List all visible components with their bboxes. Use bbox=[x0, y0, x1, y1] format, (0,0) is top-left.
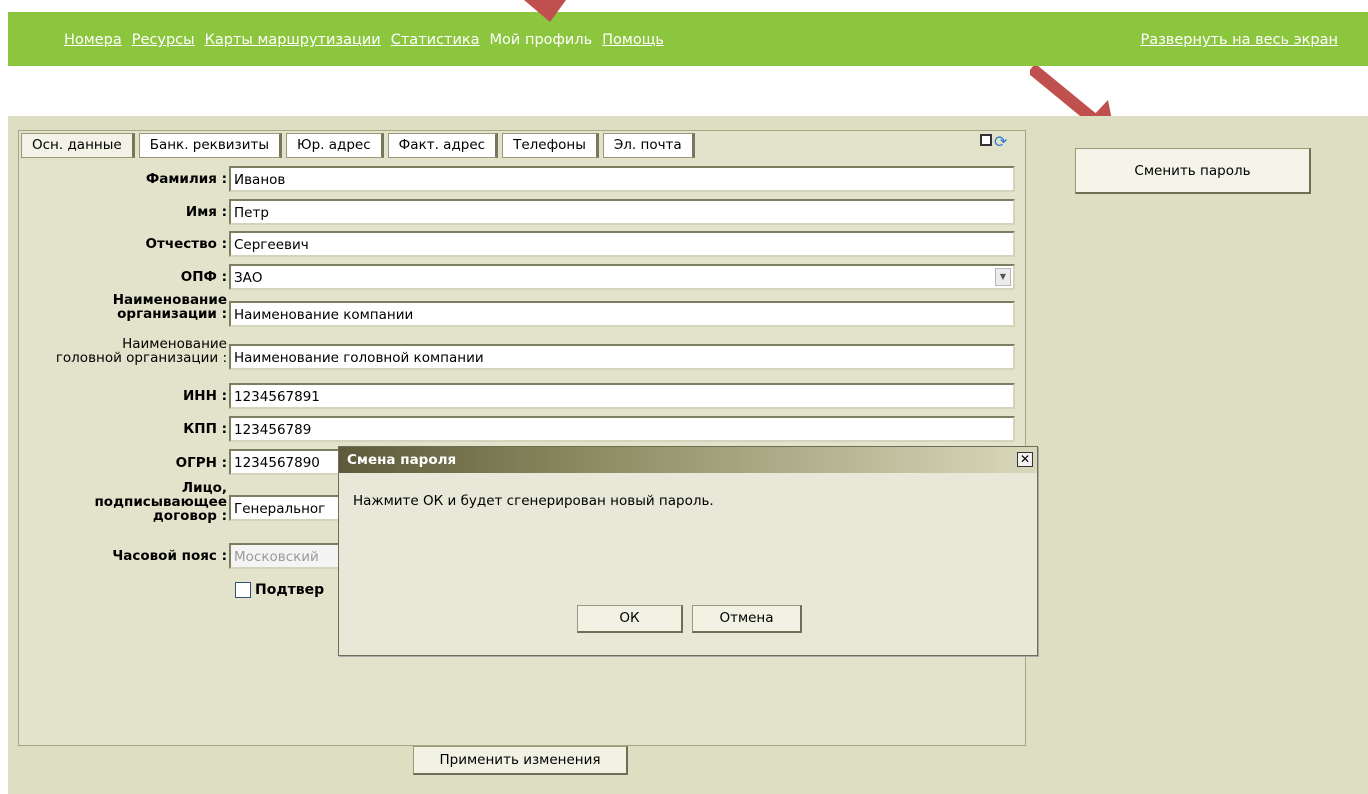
nav-item-routing-maps[interactable]: Карты маршрутизации bbox=[205, 32, 381, 48]
dialog-message: Нажмите ОК и будет сгенерирован новый па… bbox=[353, 493, 714, 509]
tab-main-data[interactable]: Осн. данные bbox=[21, 133, 135, 158]
cancel-button[interactable]: Отмена bbox=[692, 605, 802, 633]
tab-bank-details[interactable]: Банк. реквизиты bbox=[138, 133, 283, 158]
fullscreen-link[interactable]: Развернуть на весь экран bbox=[1140, 32, 1338, 48]
tab-actual-address[interactable]: Факт. адрес bbox=[387, 133, 499, 158]
nav-item-help[interactable]: Помощь bbox=[602, 32, 664, 48]
change-password-button[interactable]: Сменить пароль bbox=[1075, 148, 1311, 194]
nav-item-statistics[interactable]: Статистика bbox=[391, 32, 480, 48]
apply-changes-button[interactable]: Применить изменения bbox=[413, 746, 628, 775]
ogrn-label: ОГРН : bbox=[175, 455, 227, 471]
panel-icons: ⟳ bbox=[980, 134, 1010, 150]
head-org-name-input[interactable]: Наименование головной компании bbox=[229, 344, 1015, 370]
tab-legal-address[interactable]: Юр. адрес bbox=[286, 133, 384, 158]
tab-phones[interactable]: Телефоны bbox=[502, 133, 599, 158]
confirm-label: Подтвер bbox=[255, 582, 325, 598]
signer-label: Лицо, подписывающее договор : bbox=[94, 480, 227, 524]
inn-input[interactable]: 1234567891 bbox=[229, 383, 1015, 409]
nav-item-resources[interactable]: Ресурсы bbox=[132, 32, 195, 48]
patronymic-label: Отчество : bbox=[145, 236, 227, 252]
timezone-label: Часовой пояс : bbox=[112, 548, 227, 564]
profile-tabs: Осн. данные Банк. реквизиты Юр. адрес Фа… bbox=[21, 133, 695, 158]
tab-email[interactable]: Эл. почта bbox=[602, 133, 695, 158]
inn-label: ИНН : bbox=[183, 388, 227, 404]
org-name-input[interactable]: Наименование компании bbox=[229, 301, 1015, 327]
confirm-row: Подтвер bbox=[235, 582, 324, 598]
ok-button[interactable]: ОК bbox=[577, 605, 683, 633]
nav-item-my-profile[interactable]: Мой профиль bbox=[490, 32, 593, 48]
opf-label: ОПФ : bbox=[180, 269, 227, 285]
kpp-label: КПП : bbox=[183, 421, 227, 437]
dialog-title-bar[interactable]: Смена пароля ✕ bbox=[339, 447, 1037, 473]
top-nav-bar: Номера Ресурсы Карты маршрутизации Стати… bbox=[8, 12, 1368, 66]
org-name-label: Наименование организации : bbox=[112, 292, 227, 322]
close-icon[interactable]: ✕ bbox=[1017, 452, 1033, 467]
refresh-icon[interactable]: ⟳ bbox=[994, 134, 1010, 150]
firstname-input[interactable]: Петр bbox=[229, 199, 1015, 225]
lastname-label: Фамилия : bbox=[145, 171, 227, 187]
main-nav: Номера Ресурсы Карты маршрутизации Стати… bbox=[64, 32, 664, 48]
confirm-checkbox[interactable] bbox=[235, 582, 251, 598]
kpp-input[interactable]: 123456789 bbox=[229, 416, 1015, 442]
change-password-dialog: Смена пароля ✕ Нажмите ОК и будет сгенер… bbox=[338, 446, 1038, 656]
dialog-title: Смена пароля bbox=[347, 452, 457, 468]
lastname-input[interactable]: Иванов bbox=[229, 166, 1015, 192]
patronymic-input[interactable]: Сергеевич bbox=[229, 231, 1015, 257]
annotation-arrow-top bbox=[524, 0, 566, 22]
maximize-icon[interactable] bbox=[980, 134, 992, 146]
firstname-label: Имя : bbox=[185, 204, 227, 220]
chevron-down-icon[interactable]: ▼ bbox=[995, 268, 1011, 286]
opf-value: ЗАО bbox=[234, 270, 263, 286]
head-org-name-label: Наименование головной организации : bbox=[55, 336, 227, 366]
opf-select[interactable]: ЗАО ▼ bbox=[229, 264, 1015, 290]
nav-item-numbers[interactable]: Номера bbox=[64, 32, 122, 48]
